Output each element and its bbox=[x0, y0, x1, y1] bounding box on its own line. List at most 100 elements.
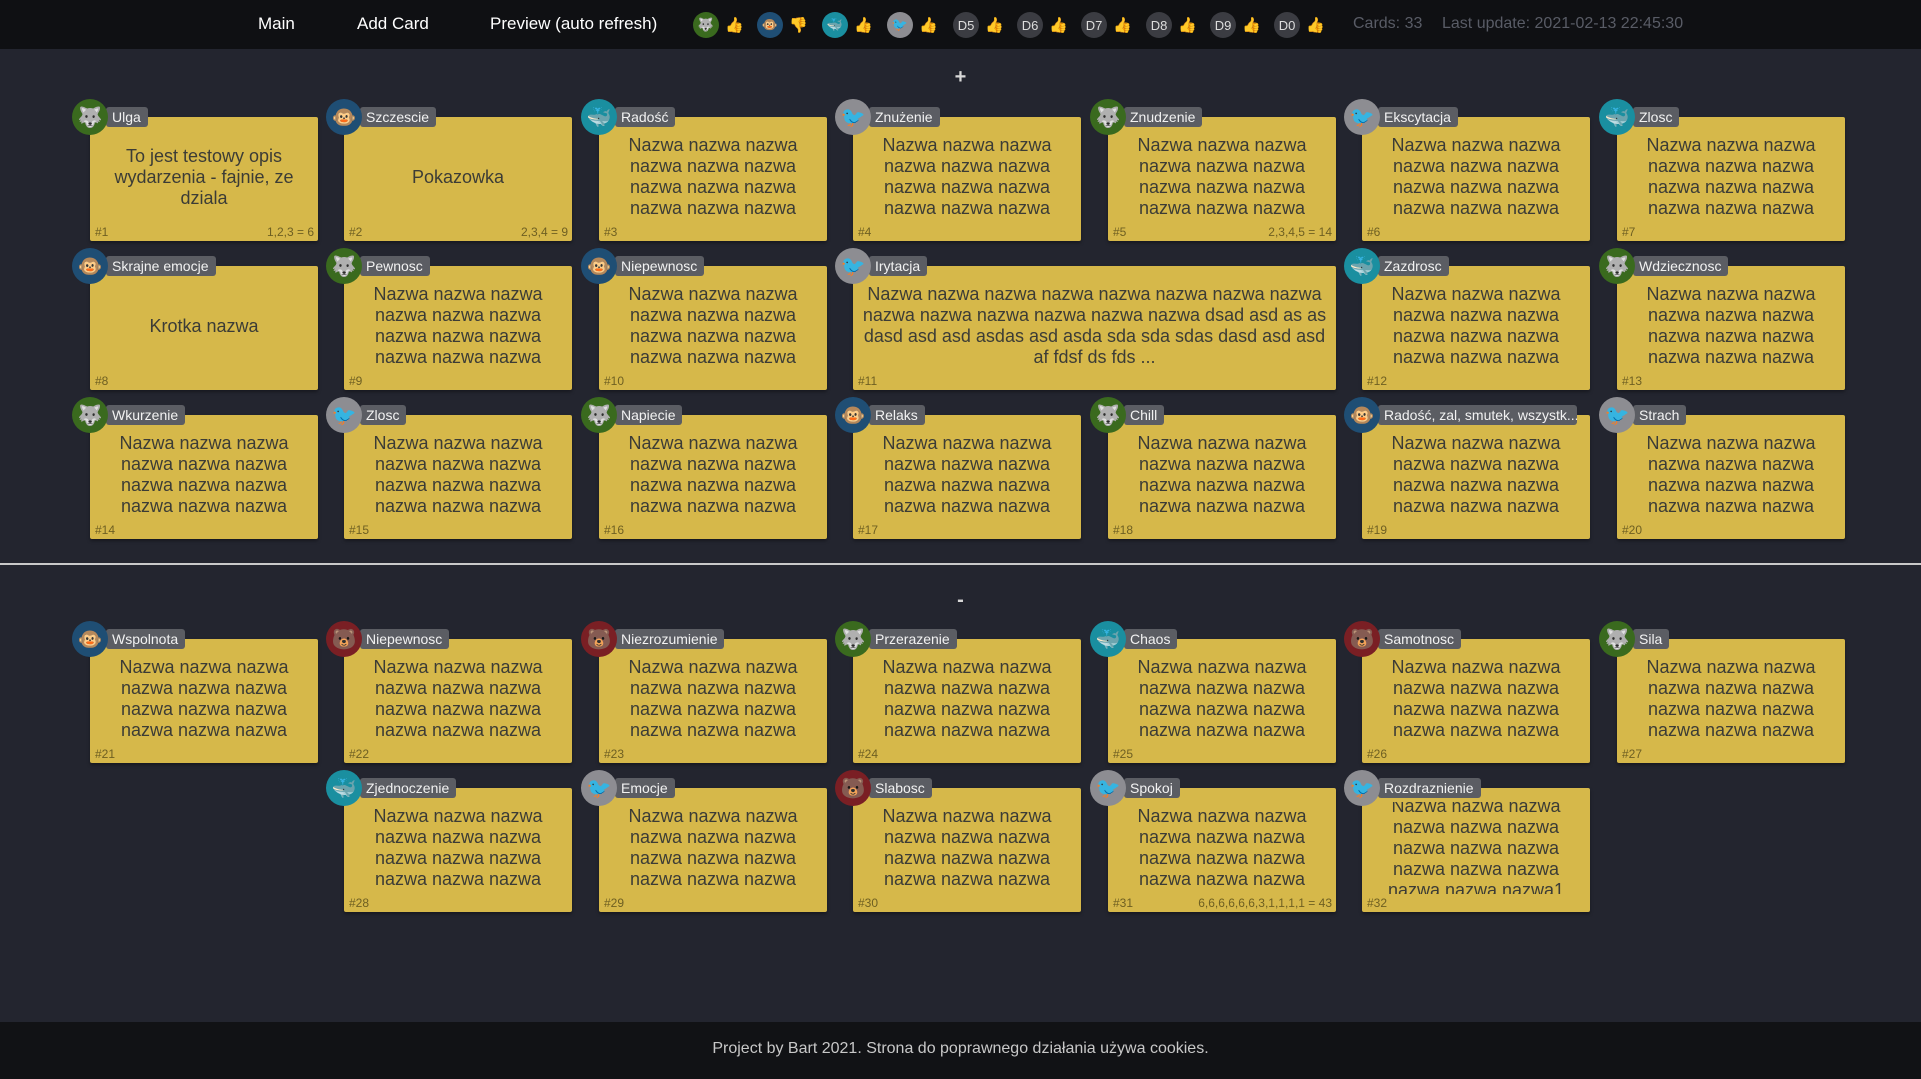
card-number: #1 bbox=[95, 225, 109, 239]
top-navbar: Main Add Card Preview (auto refresh) 🐺 👍 🐵… bbox=[0, 0, 1921, 49]
monkey-icon: 🐵 bbox=[326, 99, 362, 135]
card-number: #30 bbox=[858, 896, 879, 910]
section-divider bbox=[0, 563, 1921, 565]
card-number: #23 bbox=[604, 747, 625, 761]
monkey-icon: 🐵 bbox=[72, 621, 108, 657]
wolf-icon: 🐺 bbox=[1599, 248, 1635, 284]
card-number: #19 bbox=[1367, 523, 1388, 537]
card-emotion-label: Samotnosc bbox=[1378, 629, 1462, 649]
card-emotion-label: Sila bbox=[1633, 629, 1670, 649]
card-number: #8 bbox=[95, 374, 109, 388]
card-number: #21 bbox=[95, 747, 116, 761]
retro-card[interactable]: Nazwa nazwa nazwa nazwa nazwa nazwa nazw… bbox=[1108, 639, 1336, 763]
card-description: Nazwa nazwa nazwa nazwa nazwa nazwa nazw… bbox=[1646, 433, 1816, 516]
team-avatar: D9 bbox=[1210, 12, 1236, 38]
retro-card[interactable]: Nazwa nazwa nazwa nazwa nazwa nazwa nazw… bbox=[853, 117, 1081, 241]
retro-card[interactable]: Nazwa nazwa nazwa nazwa nazwa nazwa nazw… bbox=[1362, 266, 1590, 390]
card-description: Nazwa nazwa nazwa nazwa nazwa nazwa nazw… bbox=[373, 806, 543, 889]
wolf-icon: 🐺 bbox=[72, 99, 108, 135]
card-number: #7 bbox=[1622, 225, 1636, 239]
whale-icon: 🐳 bbox=[1599, 99, 1635, 135]
card-emotion-label: Napiecie bbox=[615, 405, 683, 425]
nav-add-card-link[interactable]: Add Card bbox=[357, 14, 429, 34]
bird-icon: 🐦 bbox=[1344, 770, 1380, 806]
retro-card[interactable]: Nazwa nazwa nazwa nazwa nazwa nazwa nazw… bbox=[853, 415, 1081, 539]
card-emotion-label: Emocje bbox=[615, 778, 675, 798]
retro-card[interactable]: Nazwa nazwa nazwa nazwa nazwa nazwa nazw… bbox=[1108, 415, 1336, 539]
retro-card[interactable]: Nazwa nazwa nazwa nazwa nazwa nazwa nazw… bbox=[344, 639, 572, 763]
card-emotion-label: Zlosc bbox=[360, 405, 407, 425]
retro-card[interactable]: To jest testowy opis wydarzenia - fajnie… bbox=[90, 117, 318, 241]
card-number: #25 bbox=[1113, 747, 1134, 761]
nav-preview-link[interactable]: Preview (auto refresh) bbox=[490, 14, 657, 34]
retro-card[interactable]: Nazwa nazwa nazwa nazwa nazwa nazwa nazw… bbox=[90, 415, 318, 539]
retro-card[interactable]: Nazwa nazwa nazwa nazwa nazwa nazwa nazw… bbox=[599, 788, 827, 912]
card-description: Nazwa nazwa nazwa nazwa nazwa nazwa nazw… bbox=[882, 657, 1052, 740]
team-indicator: 🐵 👎 bbox=[757, 12, 808, 38]
retro-card[interactable]: Krotka nazwa #8 bbox=[90, 266, 318, 390]
card-emotion-label: Wdziecznosc bbox=[1633, 256, 1729, 276]
card-emotion-label: Zazdrosc bbox=[1378, 256, 1449, 276]
card-emotion-label: Strach bbox=[1633, 405, 1687, 425]
thumbs-up-icon: 👍 bbox=[1049, 16, 1068, 34]
thumbs-up-icon: 👍 bbox=[1242, 16, 1261, 34]
retro-card[interactable]: Nazwa nazwa nazwa nazwa nazwa nazwa nazw… bbox=[90, 639, 318, 763]
retro-card[interactable]: Nazwa nazwa nazwa nazwa nazwa nazwa nazw… bbox=[344, 266, 572, 390]
retro-card[interactable]: Nazwa nazwa nazwa nazwa nazwa nazwa nazw… bbox=[853, 788, 1081, 912]
retro-card[interactable]: Nazwa nazwa nazwa nazwa nazwa nazwa nazw… bbox=[1108, 788, 1336, 912]
card-emotion-label: Pewnosc bbox=[360, 256, 430, 276]
retro-card[interactable]: Nazwa nazwa nazwa nazwa nazwa nazwa nazw… bbox=[599, 117, 827, 241]
retro-card[interactable]: Nazwa nazwa nazwa nazwa nazwa nazwa nazw… bbox=[599, 639, 827, 763]
retro-card[interactable]: Nazwa nazwa nazwa nazwa nazwa nazwa nazw… bbox=[1362, 788, 1590, 912]
retro-card[interactable]: Nazwa nazwa nazwa nazwa nazwa nazwa nazw… bbox=[599, 415, 827, 539]
team-indicator: D9 👍 bbox=[1210, 12, 1261, 38]
card-number: #4 bbox=[858, 225, 872, 239]
card-emotion-label: Radość bbox=[615, 107, 676, 127]
retro-card[interactable]: Nazwa nazwa nazwa nazwa nazwa nazwa nazw… bbox=[853, 266, 1336, 390]
card-description: Nazwa nazwa nazwa nazwa nazwa nazwa nazw… bbox=[882, 135, 1052, 218]
card-vote-sum: 2,3,4 = 9 bbox=[520, 225, 568, 239]
team-indicator: D6 👍 bbox=[1017, 12, 1068, 38]
team-avatar: D5 bbox=[953, 12, 979, 38]
card-description: Nazwa nazwa nazwa nazwa nazwa nazwa nazw… bbox=[373, 657, 543, 740]
bird-icon: 🐦 bbox=[1344, 99, 1380, 135]
thumbs-down-icon: 👎 bbox=[789, 16, 808, 34]
retro-card[interactable]: Nazwa nazwa nazwa nazwa nazwa nazwa nazw… bbox=[1362, 117, 1590, 241]
retro-card[interactable]: Nazwa nazwa nazwa nazwa nazwa nazwa nazw… bbox=[1617, 117, 1845, 241]
bird-icon: 🐦 bbox=[1599, 397, 1635, 433]
card-emotion-label: Niezrozumienie bbox=[615, 629, 725, 649]
retro-card[interactable]: Nazwa nazwa nazwa nazwa nazwa nazwa nazw… bbox=[1362, 639, 1590, 763]
card-description: Nazwa nazwa nazwa nazwa nazwa nazwa nazw… bbox=[373, 433, 543, 516]
retro-card[interactable]: Nazwa nazwa nazwa nazwa nazwa nazwa nazw… bbox=[1362, 415, 1590, 539]
monkey-icon: 🐵 bbox=[72, 248, 108, 284]
retro-card[interactable]: Nazwa nazwa nazwa nazwa nazwa nazwa nazw… bbox=[344, 788, 572, 912]
card-emotion-label: Niepewnosc bbox=[360, 629, 450, 649]
bird-icon: 🐦 bbox=[326, 397, 362, 433]
card-description: Nazwa nazwa nazwa nazwa nazwa nazwa nazw… bbox=[119, 657, 289, 740]
card-number: #26 bbox=[1367, 747, 1388, 761]
retro-card[interactable]: Nazwa nazwa nazwa nazwa nazwa nazwa nazw… bbox=[344, 415, 572, 539]
card-emotion-label: Ekscytacja bbox=[1378, 107, 1458, 127]
team-indicator: D7 👍 bbox=[1081, 12, 1132, 38]
card-emotion-label: Ulga bbox=[106, 107, 148, 127]
card-vote-sum: 6,6,6,6,6,6,3,1,1,1,1 = 43 bbox=[1198, 896, 1332, 910]
nav-main-link[interactable]: Main bbox=[258, 14, 295, 34]
retro-card[interactable]: Nazwa nazwa nazwa nazwa nazwa nazwa nazw… bbox=[853, 639, 1081, 763]
whale-icon: 🐳 bbox=[1344, 248, 1380, 284]
retro-card[interactable]: Nazwa nazwa nazwa nazwa nazwa nazwa nazw… bbox=[599, 266, 827, 390]
wolf-icon: 🐺 bbox=[581, 397, 617, 433]
whale-icon: 🐳 bbox=[326, 770, 362, 806]
card-description: Nazwa nazwa nazwa nazwa nazwa nazwa nazw… bbox=[1391, 135, 1561, 218]
retro-card[interactable]: Nazwa nazwa nazwa nazwa nazwa nazwa nazw… bbox=[1617, 266, 1845, 390]
wolf-icon: 🐺 bbox=[1090, 397, 1126, 433]
plus-section-label: + bbox=[954, 66, 967, 88]
retro-card[interactable]: Pokazowka #2 2,3,4 = 9 bbox=[344, 117, 572, 241]
card-number: #17 bbox=[858, 523, 879, 537]
card-emotion-label: Relaks bbox=[869, 405, 925, 425]
retro-card[interactable]: Nazwa nazwa nazwa nazwa nazwa nazwa nazw… bbox=[1108, 117, 1336, 241]
card-description: Nazwa nazwa nazwa nazwa nazwa nazwa nazw… bbox=[1646, 284, 1816, 367]
card-emotion-label: Wspolnota bbox=[106, 629, 186, 649]
retro-card[interactable]: Nazwa nazwa nazwa nazwa nazwa nazwa nazw… bbox=[1617, 639, 1845, 763]
retro-card[interactable]: Nazwa nazwa nazwa nazwa nazwa nazwa nazw… bbox=[1617, 415, 1845, 539]
card-description: Nazwa nazwa nazwa nazwa nazwa nazwa nazw… bbox=[1137, 433, 1307, 516]
